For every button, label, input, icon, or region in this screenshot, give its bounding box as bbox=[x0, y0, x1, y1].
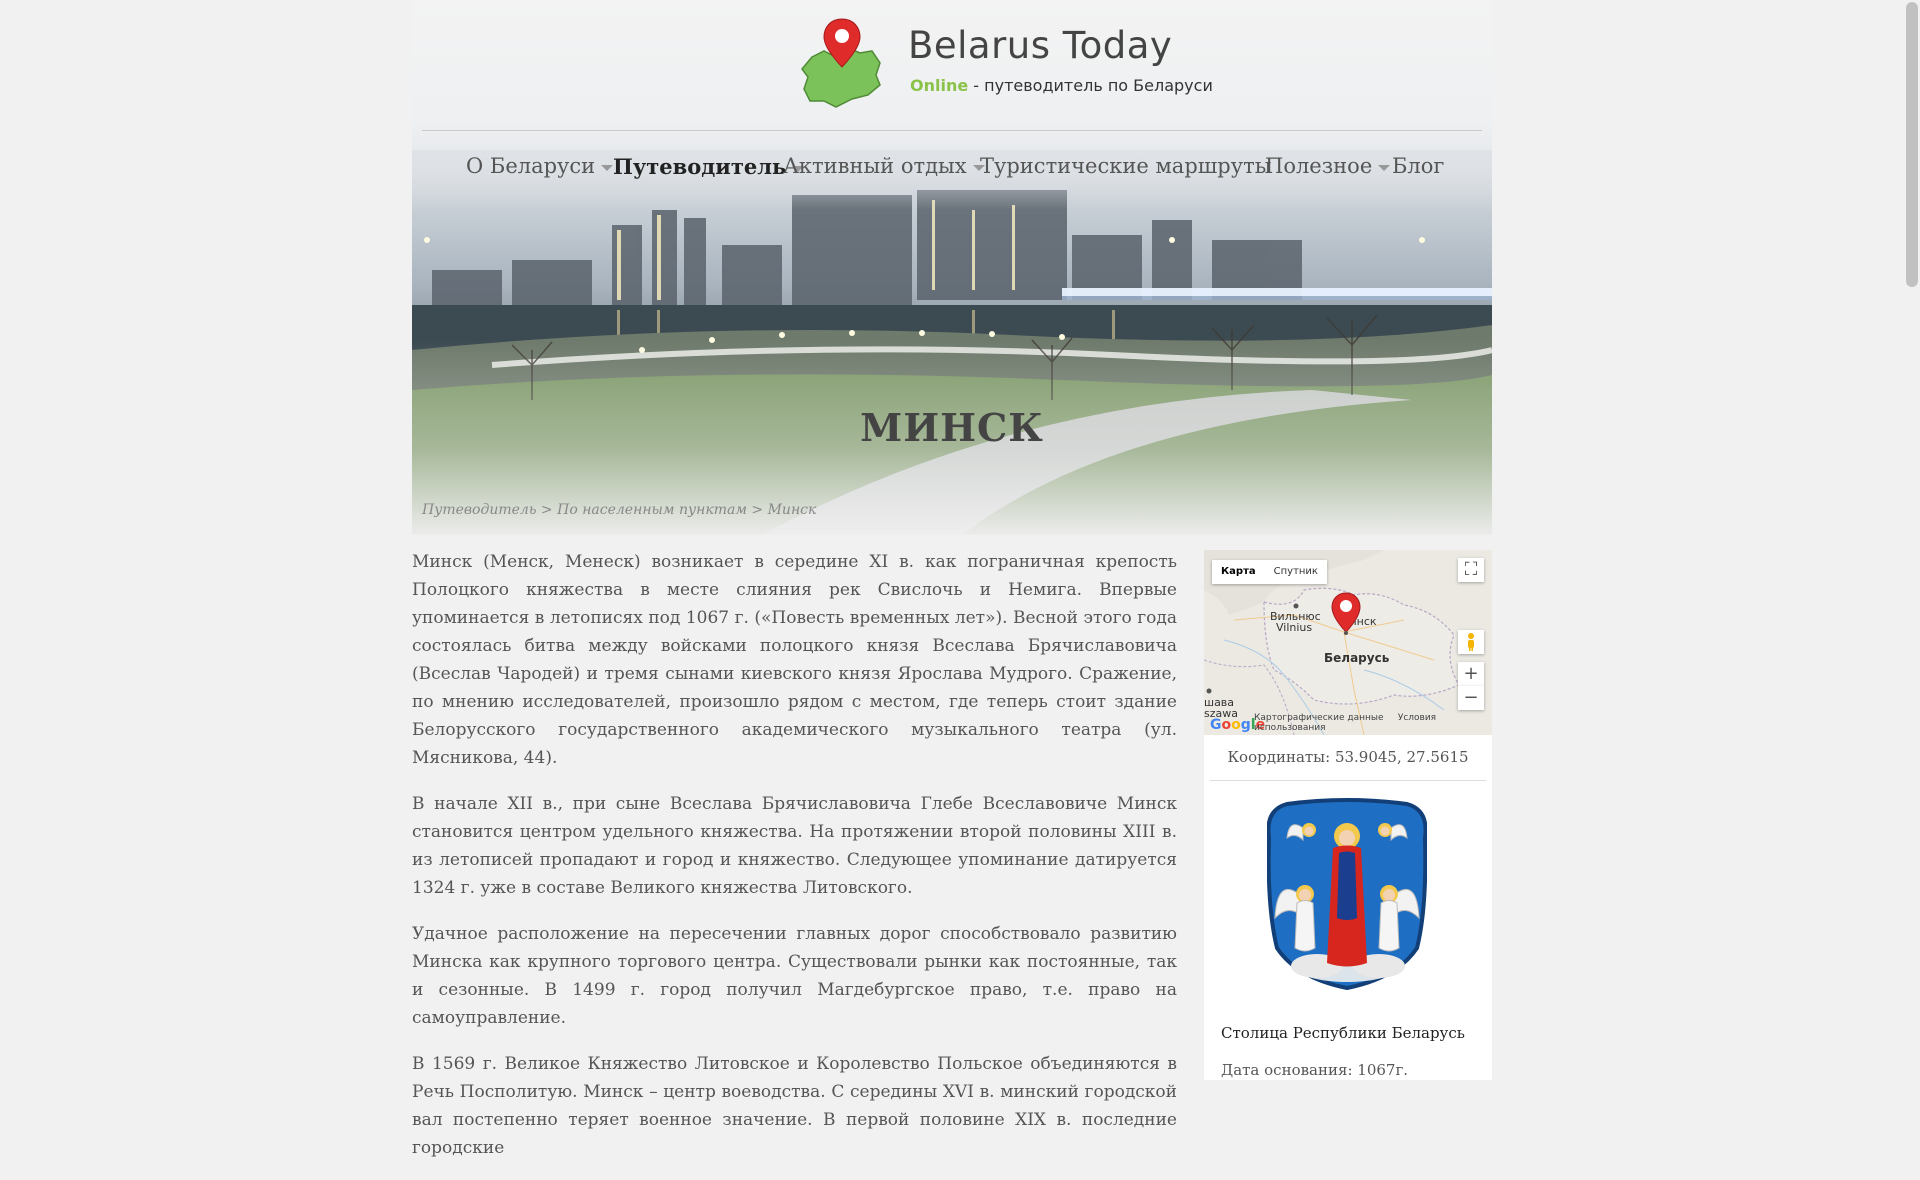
map-label-belarus: Беларусь bbox=[1324, 651, 1390, 665]
founded-date: Дата основания: 1067г. bbox=[1221, 1061, 1409, 1079]
nav-item-about-belarus[interactable]: О Беларуси bbox=[466, 154, 614, 178]
google-map[interactable]: Карта Спутник ⛶ + − Вильнюс Vilnius Минск… bbox=[1204, 550, 1492, 735]
nav-label: О Беларуси bbox=[466, 154, 596, 178]
article-paragraph: Минск (Менск, Менеск) возникает в середи… bbox=[412, 552, 1177, 768]
nav-item-guide[interactable]: Путеводитель bbox=[613, 154, 805, 179]
map-type-tabs: Карта Спутник bbox=[1212, 560, 1327, 584]
belarus-map-logo[interactable] bbox=[794, 15, 890, 111]
sidebar-info-card: Карта Спутник ⛶ + − Вильнюс Vilnius Минск… bbox=[1204, 550, 1492, 1080]
breadcrumb-separator: > bbox=[746, 502, 768, 518]
main-nav: О Беларуси Путеводитель Активный отдых Т… bbox=[412, 154, 1492, 190]
coordinates-text: Координаты: 53.9045, 27.5615 bbox=[1227, 748, 1469, 766]
zoom-out-button[interactable]: − bbox=[1458, 686, 1484, 710]
breadcrumb-link-guide[interactable]: Путеводитель bbox=[422, 502, 536, 518]
hero-banner bbox=[412, 150, 1492, 535]
article-body: Минск (Менск, Менеск) возникает в середи… bbox=[412, 548, 1177, 1180]
map-marker-icon[interactable] bbox=[1330, 592, 1362, 636]
zoom-in-button[interactable]: + bbox=[1458, 662, 1484, 686]
breadcrumb-separator: > bbox=[536, 502, 558, 518]
article-paragraph: Удачное расположение на пересечении глав… bbox=[412, 924, 1177, 1028]
chevron-down-icon bbox=[1378, 164, 1391, 171]
tagline-online: Online bbox=[910, 76, 969, 95]
page-title: МИНСК bbox=[860, 405, 1044, 450]
nav-item-blog[interactable]: Блог bbox=[1392, 154, 1444, 178]
scrollbar-thumb[interactable] bbox=[1906, 2, 1918, 287]
chevron-down-icon bbox=[601, 164, 614, 171]
hero-cityscape-image bbox=[412, 150, 1492, 535]
page: Belarus Today Online - путеводитель по Б… bbox=[412, 0, 1492, 1158]
minsk-coat-of-arms-image bbox=[1267, 798, 1427, 991]
article-paragraph: В начале XII в., при сыне Всеслава Брячи… bbox=[412, 794, 1177, 898]
site-tagline: Online - путеводитель по Беларуси bbox=[910, 76, 1213, 95]
divider bbox=[1210, 780, 1486, 781]
city-caption: Столица Республики Беларусь bbox=[1221, 1024, 1465, 1042]
street-view-pegman-icon[interactable] bbox=[1458, 630, 1484, 654]
map-label-vilnius-latin: Vilnius bbox=[1276, 621, 1313, 634]
map-tab-satellite[interactable]: Спутник bbox=[1265, 560, 1327, 583]
site-title[interactable]: Belarus Today bbox=[908, 24, 1172, 67]
nav-label: Блог bbox=[1392, 154, 1445, 178]
map-tab-map[interactable]: Карта bbox=[1212, 560, 1265, 583]
nav-label: Путеводитель bbox=[613, 154, 787, 179]
nav-label: Туристические маршруты bbox=[980, 154, 1272, 178]
map-footer: Картографические данные Условия использо… bbox=[1254, 713, 1492, 733]
breadcrumb: Путеводитель > По населенным пунктам > М… bbox=[422, 502, 816, 518]
nav-item-tourist-routes[interactable]: Туристические маршруты bbox=[980, 154, 1271, 178]
article-paragraph: В 1569 г. Великое Княжество Литовское и … bbox=[412, 1054, 1177, 1158]
header-divider bbox=[422, 130, 1482, 131]
nav-item-useful[interactable]: Полезное bbox=[1265, 154, 1391, 178]
breadcrumb-link-settlements[interactable]: По населенным пунктам bbox=[557, 502, 747, 518]
map-data-link[interactable]: Картографические данные bbox=[1254, 713, 1384, 723]
fullscreen-icon[interactable]: ⛶ bbox=[1458, 558, 1484, 582]
header: Belarus Today Online - путеводитель по Б… bbox=[412, 0, 1492, 535]
tagline-text: - путеводитель по Беларуси bbox=[968, 76, 1213, 95]
nav-item-active-leisure[interactable]: Активный отдых bbox=[783, 154, 985, 178]
breadcrumb-current: Минск bbox=[767, 502, 817, 518]
nav-label: Полезное bbox=[1265, 154, 1373, 178]
nav-label: Активный отдых bbox=[783, 154, 967, 178]
